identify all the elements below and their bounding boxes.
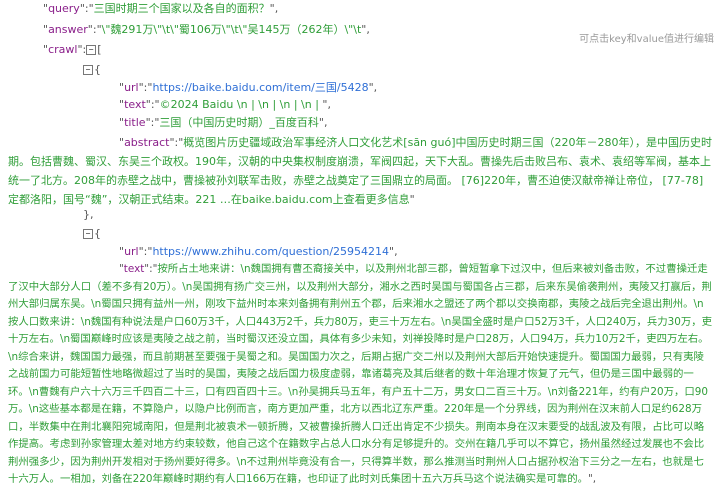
json-key-crawl[interactable]: crawl — [48, 43, 77, 56]
json-key-answer[interactable]: answer — [48, 23, 88, 36]
json-line-url: "url":"https://www.zhihu.com/question/25… — [119, 245, 398, 258]
json-line-crawl: "crawl": −[ — [43, 43, 102, 56]
json-line-answer: "answer":"\"魏291万\"\t\"蜀106万\"\t\"吴145万（… — [43, 23, 370, 36]
json-value-url-link[interactable]: https://baike.baidu.com/item/三国/5428 — [152, 81, 368, 94]
json-value-answer[interactable]: \"魏291万\"\t\"蜀106万\"\t\"吴145万（262年）\"\t — [102, 23, 362, 36]
json-value-text[interactable]: 按所占土地来讲：\n魏国拥有曹丕裔接关中，以及荆州北部三郡，曾短暂拿下过汉中，但… — [8, 263, 712, 485]
json-key-query[interactable]: query — [48, 2, 80, 15]
json-line-text: "text":"©2024 Baidu \n | \n | \n | \n | … — [119, 98, 331, 111]
json-object-open: −{ — [83, 227, 101, 241]
collapse-toggle-icon[interactable]: − — [83, 65, 93, 75]
json-value-title[interactable]: 三国（中国历史时期）_百度百科 — [159, 116, 319, 129]
json-value-url-link[interactable]: https://www.zhihu.com/question/25954214 — [152, 245, 389, 258]
json-key-text[interactable]: text — [124, 263, 145, 275]
json-line-abstract: "abstract":"概览图片历史疆域政治军事经济人口文化艺术[sān guó… — [8, 136, 712, 206]
json-object-close: }, — [83, 208, 94, 221]
json-key-url[interactable]: url — [124, 81, 139, 94]
json-line-text-long: "text":"按所占土地来讲：\n魏国拥有曹丕裔接关中，以及荆州北部三郡，曾短… — [8, 263, 713, 485]
collapse-toggle-icon[interactable]: − — [86, 45, 97, 55]
edit-hint: 可点击key和value值进行编辑 — [579, 34, 714, 45]
json-line-title: "title":"三国（中国历史时期）_百度百科", — [119, 116, 328, 129]
json-object-open: −{ — [83, 63, 101, 77]
json-key-abstract[interactable]: abstract — [124, 136, 169, 149]
json-key-text[interactable]: text — [124, 98, 146, 111]
json-line-query: "query":"三国时期三个国家以及各自的面积？", — [43, 2, 279, 15]
json-line-url: "url":"https://baike.baidu.com/item/三国/5… — [119, 81, 378, 94]
json-key-title[interactable]: title — [124, 116, 146, 129]
json-key-url[interactable]: url — [124, 245, 139, 258]
json-value-query[interactable]: 三国时期三个国家以及各自的面积？ — [94, 2, 270, 15]
json-value-text[interactable]: ©2024 Baidu \n | \n | \n | \n | — [160, 98, 323, 111]
collapse-toggle-icon[interactable]: − — [83, 229, 93, 239]
json-value-abstract[interactable]: 概览图片历史疆域政治军事经济人口文化艺术[sān guó]中国历史时期三国（22… — [8, 136, 712, 206]
